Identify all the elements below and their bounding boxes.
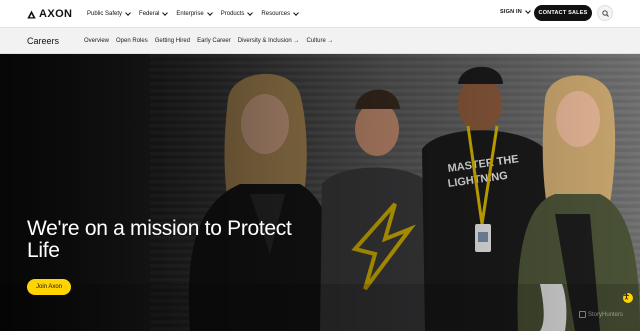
axon-delta-logo-icon (27, 10, 36, 18)
subnav-link-culture[interactable]: Culture → (306, 38, 333, 44)
top-navigation: AXON Public Safety Federal Enterprise Pr… (0, 0, 640, 27)
subnav-link-getting-hired[interactable]: Getting Hired (155, 38, 190, 44)
contact-sales-button[interactable]: CONTACT SALES (534, 5, 592, 21)
careers-subnav: Careers Overview Open Roles Getting Hire… (0, 27, 640, 54)
brand-name: AXON (39, 8, 73, 20)
hero-photo: MASTER THE LIGHTNING (0, 54, 640, 331)
chevron-down-icon (293, 9, 299, 16)
main-menu: Public Safety Federal Enterprise Product… (87, 0, 307, 27)
axon-logo[interactable]: AXON (27, 8, 72, 20)
subnav-link-overview[interactable]: Overview (84, 38, 109, 44)
menu-label: Products (220, 10, 245, 17)
hero-heading: We're on a mission to Protect Life (27, 217, 292, 262)
hero-section: MASTER THE LIGHTNING We're on a mission … (0, 54, 640, 331)
watermark-text: StoryHunters (588, 311, 624, 318)
subnav-link-open-roles[interactable]: Open Roles (116, 38, 148, 44)
subnav-links: Overview Open Roles Getting Hired Early … (84, 28, 340, 53)
menu-resources[interactable]: Resources (261, 9, 299, 17)
section-title[interactable]: Careers (27, 36, 59, 46)
chevron-down-icon (525, 8, 531, 14)
sign-in-menu[interactable]: SIGN IN (500, 8, 531, 15)
chevron-down-icon (125, 9, 131, 16)
watermark-logo-icon (579, 311, 586, 318)
subnav-link-diversity-inclusion[interactable]: Diversity & Inclusion → (238, 38, 300, 44)
storyhunters-watermark: StoryHunters (579, 311, 623, 318)
menu-label: Enterprise (176, 10, 204, 17)
chevron-down-icon (206, 9, 213, 16)
accessibility-icon (624, 293, 629, 300)
accessibility-button[interactable] (623, 293, 633, 303)
search-button[interactable] (597, 5, 613, 21)
menu-federal[interactable]: Federal (139, 9, 169, 17)
chevron-down-icon (247, 9, 254, 16)
menu-label: Resources (261, 10, 291, 17)
menu-products[interactable]: Products (220, 9, 254, 17)
join-axon-button[interactable]: Join Axon (27, 279, 71, 295)
menu-enterprise[interactable]: Enterprise (176, 9, 213, 17)
menu-label: Public Safety (87, 10, 123, 17)
chevron-down-icon (162, 9, 169, 16)
search-icon (601, 9, 609, 17)
menu-label: Federal (139, 10, 160, 17)
sign-in-label: SIGN IN (500, 9, 522, 15)
menu-public-safety[interactable]: Public Safety (87, 9, 131, 17)
subnav-link-early-career[interactable]: Early Career (197, 38, 231, 44)
